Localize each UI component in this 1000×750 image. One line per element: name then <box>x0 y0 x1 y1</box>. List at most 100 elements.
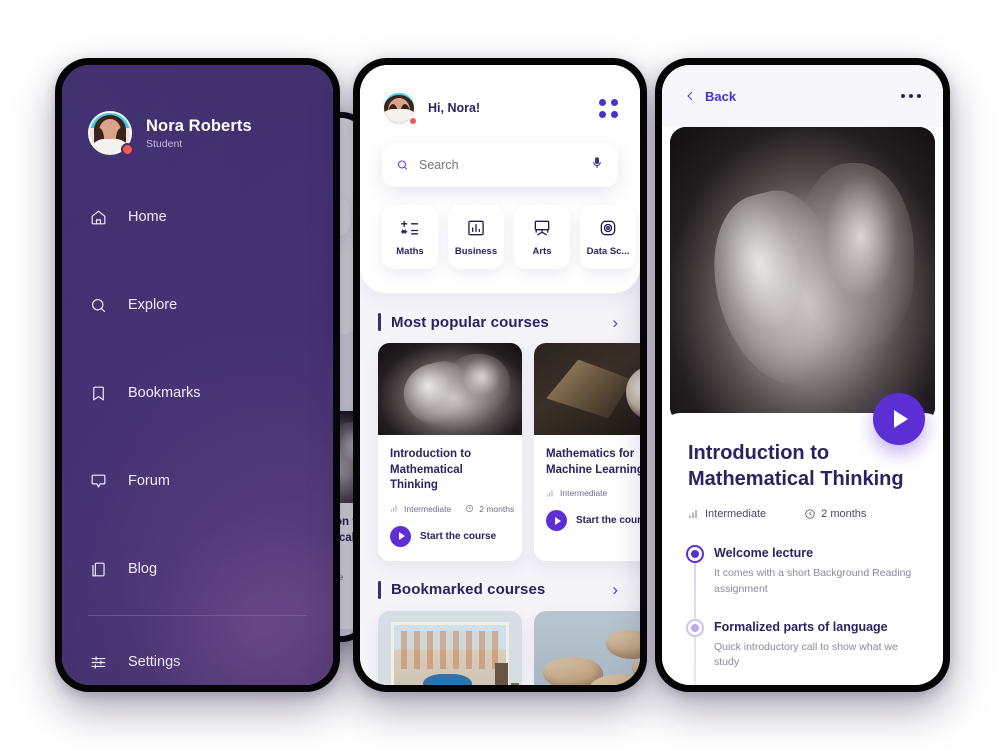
section-accent-bar <box>378 580 381 599</box>
status-badge <box>408 116 418 126</box>
clock-icon <box>466 505 474 513</box>
course-card[interactable]: Introduction to Mathematical Thinking In… <box>378 343 522 561</box>
section-more-button[interactable]: › <box>612 581 618 598</box>
section-accent-bar <box>378 313 381 331</box>
easel-icon <box>532 218 552 238</box>
course-image-city <box>378 610 522 685</box>
nav-gap <box>62 239 333 283</box>
dot <box>917 94 921 98</box>
sidebar-item-home[interactable]: Home <box>62 195 333 239</box>
play-video-button[interactable] <box>873 393 925 445</box>
sidebar-item-label: Blog <box>128 561 158 577</box>
play-icon <box>390 525 411 547</box>
grid-menu-button[interactable] <box>599 98 618 118</box>
category-arts[interactable]: Arts <box>514 205 570 269</box>
course-title: Introduction to Mathematical Thinking <box>688 442 904 490</box>
course-card[interactable]: Mathematics for Machine Learning Interme… <box>534 343 640 561</box>
category-list: Maths Business Arts Data Sc... <box>382 205 636 269</box>
profile-role: Student <box>146 137 183 150</box>
sidebar-nav-secondary: Settings Help <box>62 640 333 685</box>
section-more-button[interactable]: › <box>612 314 618 331</box>
section-label: Bookmarked courses <box>391 581 546 599</box>
category-maths[interactable]: Maths <box>382 205 438 269</box>
play-icon <box>546 510 567 532</box>
course-title: Mathematics for Machine Learning <box>546 448 640 476</box>
course-image-geometry <box>534 343 640 435</box>
lesson-timeline: Welcome lecture It comes with a short Ba… <box>688 546 917 685</box>
timeline-bullet-upcoming-icon <box>688 620 702 635</box>
level-icon <box>391 505 397 512</box>
sidebar-item-blog[interactable]: Blog <box>62 547 333 591</box>
category-label: Maths <box>396 245 424 257</box>
search-input[interactable] <box>419 158 580 172</box>
avatar[interactable] <box>382 91 418 126</box>
phone-middle-frame: Hi, Nora! Search Maths Business Arts Dat… <box>353 58 647 692</box>
level-text: Intermediate <box>404 503 452 514</box>
lesson-item[interactable]: Formalized parts of language Quick intro… <box>688 619 917 672</box>
course-image-statue <box>378 343 522 435</box>
category-label: Arts <box>532 245 552 257</box>
grid-dot <box>611 110 618 118</box>
nav-gap <box>62 327 333 371</box>
timeline-bullet-active-icon <box>688 547 702 562</box>
avatar[interactable] <box>88 111 134 156</box>
bookmark-card[interactable] <box>378 610 522 685</box>
bar-chart-icon <box>466 218 486 238</box>
level-icon <box>689 510 697 519</box>
lesson-item[interactable]: Welcome lecture It comes with a short Ba… <box>688 546 917 598</box>
dot <box>909 94 913 98</box>
lesson-description: It comes with a short Background Reading… <box>714 567 912 595</box>
math-operators-icon <box>400 218 420 238</box>
duration-meta: 2 months <box>804 508 866 520</box>
search-icon <box>88 295 108 315</box>
phone-right-frame: Back Introduction to Mathematical Thinki… <box>655 58 950 692</box>
sidebar-profile[interactable]: Nora Roberts Student <box>62 111 333 156</box>
section-label: Most popular courses <box>391 313 549 331</box>
detail-topbar: Back <box>662 65 943 127</box>
sidebar-item-label: Settings <box>128 654 181 670</box>
duration-text: 2 months <box>479 503 515 514</box>
play-triangle-icon <box>894 410 908 428</box>
sidebar-item-bookmarks[interactable]: Bookmarks <box>62 371 333 415</box>
phone-left-frame: Nora Roberts Student Home Explore Bookma… <box>55 58 340 692</box>
course-card-body: Mathematics for Machine Learning Interme… <box>534 435 640 545</box>
cards-row-popular: Introduction to Mathematical Thinking In… <box>360 343 640 561</box>
sidebar-item-settings[interactable]: Settings <box>62 640 333 684</box>
level-meta: Intermediate <box>390 504 451 514</box>
detail-body: Introduction to Mathematical Thinking In… <box>662 413 943 685</box>
search-bar[interactable] <box>382 143 618 187</box>
chat-icon <box>88 471 108 491</box>
back-label: Back <box>705 88 737 104</box>
profile-text: Nora Roberts Student <box>146 117 252 150</box>
screenshot-stage: Maths Most popular courses Introduction … <box>0 0 1000 750</box>
sidebar-nav-primary: Home Explore Bookmarks Forum Blog <box>62 195 333 591</box>
start-course-button[interactable]: Start the course <box>546 510 640 532</box>
back-button[interactable]: Back <box>684 89 736 104</box>
duration-text: 2 months <box>821 508 867 521</box>
category-data-science[interactable]: Data Sc... <box>580 205 636 269</box>
category-business[interactable]: Business <box>448 205 504 269</box>
course-meta-row: Intermediate 2 months <box>688 508 917 520</box>
course-detail-app: Back Introduction to Mathematical Thinki… <box>662 65 943 685</box>
sidebar-item-forum[interactable]: Forum <box>62 459 333 503</box>
bookmark-card[interactable] <box>534 610 640 685</box>
dot <box>901 94 905 98</box>
sidebar-item-explore[interactable]: Explore <box>62 283 333 327</box>
sidebar-item-label: Explore <box>128 297 178 313</box>
phone-right-screen: Back Introduction to Mathematical Thinki… <box>662 65 943 685</box>
greeting-row: Hi, Nora! <box>382 91 618 126</box>
course-title: Introduction to Mathematical Thinking <box>390 448 472 492</box>
greeting-text: Hi, Nora! <box>428 101 481 115</box>
lesson-title: Formalized parts of language <box>714 619 888 634</box>
microphone-icon[interactable] <box>590 155 604 176</box>
lesson-title: Welcome lecture <box>714 546 814 561</box>
status-badge <box>121 143 134 156</box>
nav-gap <box>62 503 333 547</box>
category-label: Data Sc... <box>586 245 630 257</box>
section-title-popular: Most popular courses <box>378 313 549 331</box>
nav-gap <box>62 684 333 685</box>
start-course-button[interactable]: Start the course <box>390 525 510 547</box>
more-options-icon[interactable] <box>901 94 921 98</box>
level-meta: Intermediate <box>688 508 766 520</box>
search-icon <box>397 160 408 170</box>
